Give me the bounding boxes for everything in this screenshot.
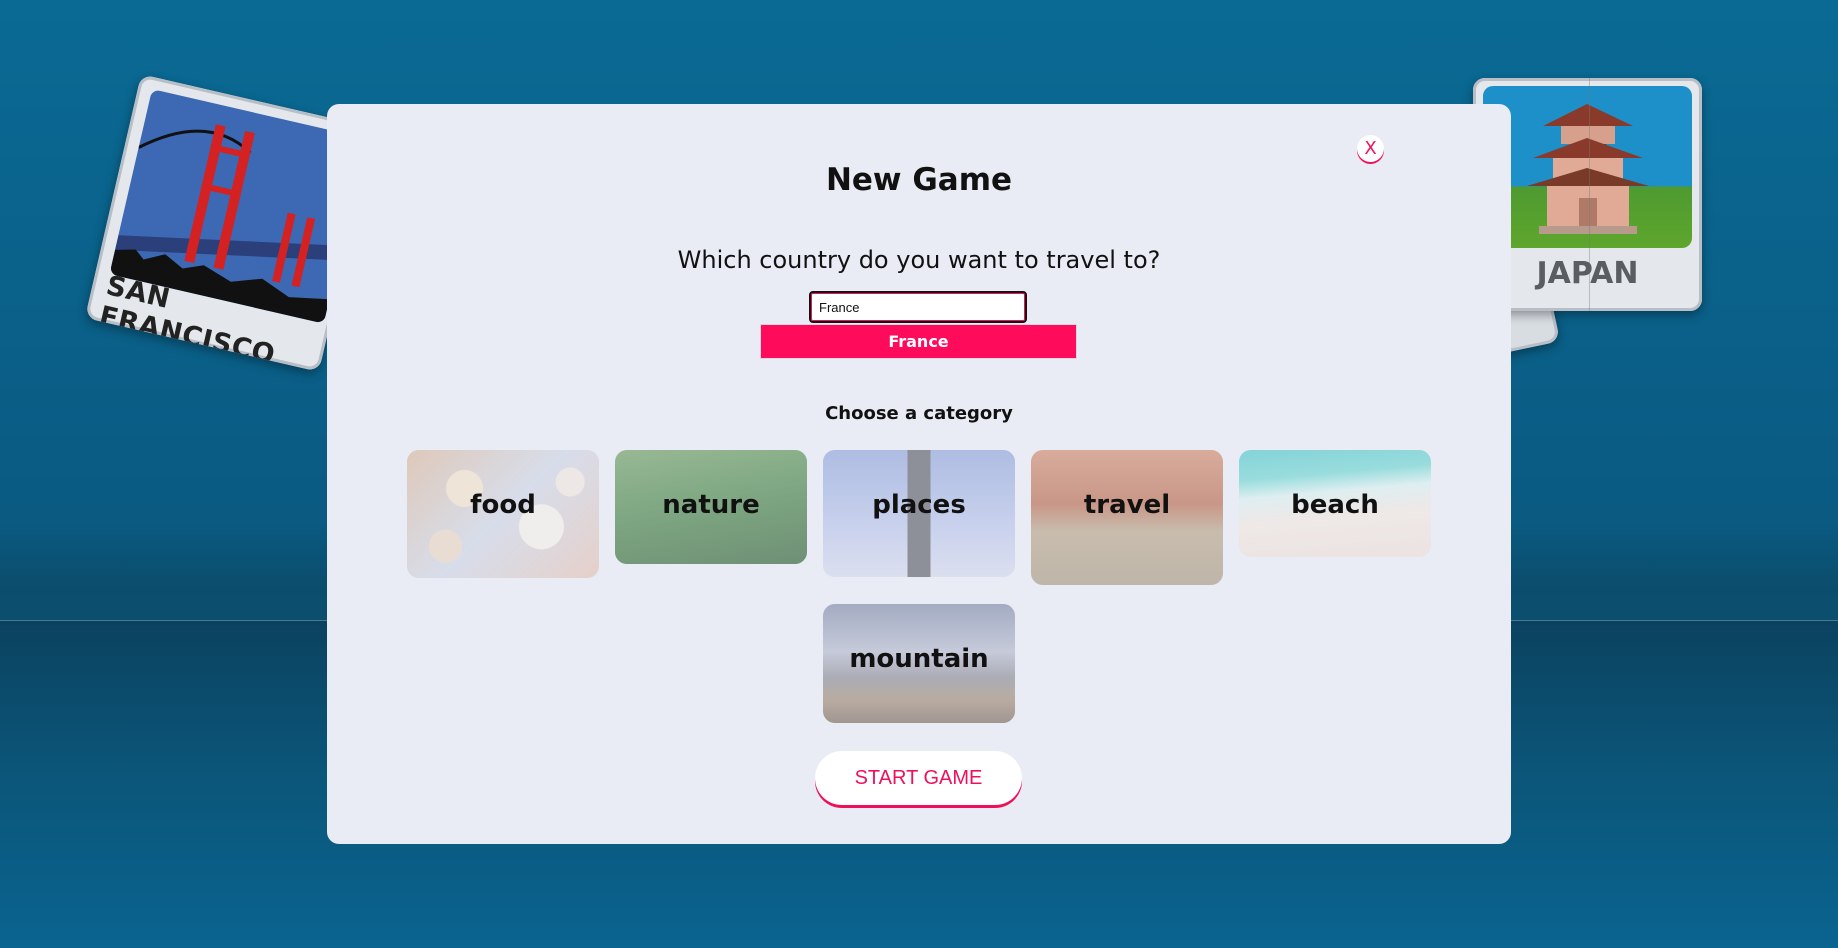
category-travel[interactable]: travel [1031, 450, 1223, 585]
close-button[interactable]: X [1357, 135, 1384, 162]
category-places[interactable]: places [823, 450, 1015, 577]
category-heading: Choose a category [825, 403, 1013, 424]
category-nature[interactable]: nature [615, 450, 807, 564]
category-label: beach [1291, 490, 1379, 520]
start-game-button[interactable]: START GAME [815, 751, 1022, 805]
category-mountain[interactable]: mountain [823, 604, 1015, 723]
country-suggestion[interactable]: France [760, 324, 1077, 359]
category-label: food [470, 490, 536, 520]
country-question: Which country do you want to travel to? [677, 246, 1161, 274]
category-label: travel [1083, 490, 1171, 520]
category-food[interactable]: food [407, 450, 599, 578]
category-beach[interactable]: beach [1239, 450, 1431, 557]
modal-title: New Game [825, 162, 1013, 198]
pagoda-icon [1483, 86, 1692, 248]
category-label: mountain [849, 644, 989, 674]
country-input[interactable] [809, 291, 1027, 323]
category-label: nature [662, 490, 760, 520]
category-label: places [872, 490, 966, 520]
